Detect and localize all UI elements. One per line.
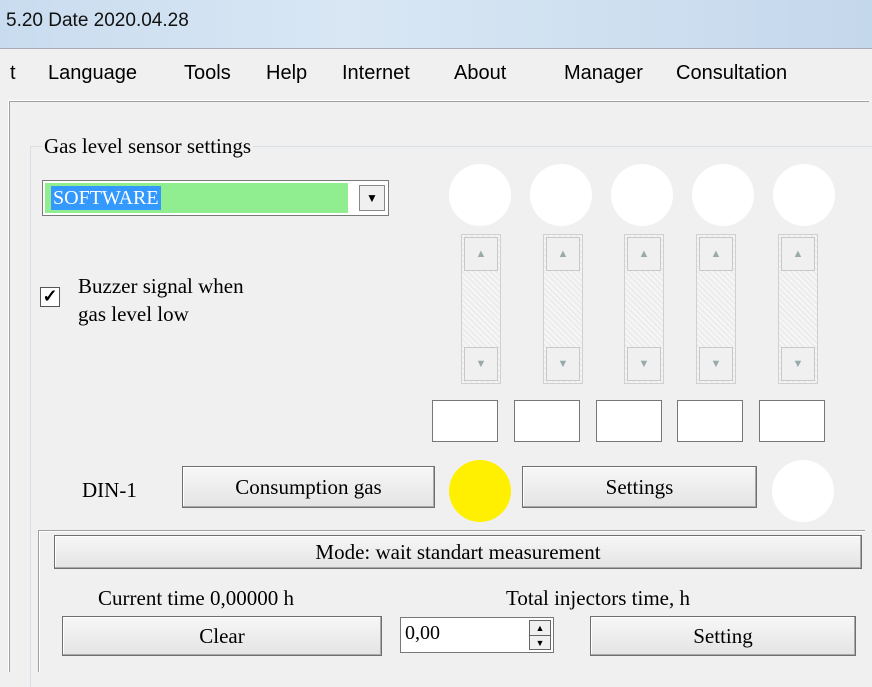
level-value-4[interactable] <box>677 400 743 442</box>
level-scrollbar-3[interactable]: ▲ ▼ <box>624 234 664 384</box>
spin-up-icon[interactable]: ▲ <box>530 621 550 635</box>
level-indicator-2 <box>530 164 592 226</box>
injectors-time-value[interactable]: 0,00 <box>405 622 440 645</box>
checkmark-icon: ✓ <box>42 286 58 306</box>
sensor-mode-value: SOFTWARE <box>51 186 161 210</box>
level-indicator-5 <box>773 164 835 226</box>
level-indicator-1 <box>449 164 511 226</box>
menu-bar: t Language Tools Help Internet About Man… <box>0 54 872 94</box>
level-value-2[interactable] <box>514 400 580 442</box>
menu-item-internet[interactable]: Internet <box>342 62 410 85</box>
title-bar: 5.20 Date 2020.04.28 <box>0 0 872 49</box>
scroll-up-icon[interactable]: ▲ <box>699 237 733 271</box>
scroll-up-icon[interactable]: ▲ <box>464 237 498 271</box>
scroll-down-icon[interactable]: ▼ <box>699 347 733 381</box>
buzzer-label: Buzzer signal when gas level low <box>78 272 244 328</box>
level-value-1[interactable] <box>432 400 498 442</box>
scroll-down-icon[interactable]: ▼ <box>627 347 661 381</box>
gas-sensor-group-title: Gas level sensor settings <box>42 134 254 159</box>
consumption-gas-button[interactable]: Consumption gas <box>182 466 435 508</box>
window-title: 5.20 Date 2020.04.28 <box>6 10 189 31</box>
mode-button[interactable]: Mode: wait standart measurement <box>54 535 862 569</box>
menu-item-file-partial[interactable]: t <box>10 62 16 85</box>
menu-item-language[interactable]: Language <box>48 62 137 85</box>
level-indicator-3 <box>611 164 673 226</box>
menu-item-manager[interactable]: Manager <box>564 62 643 85</box>
spinner-buttons[interactable]: ▲ ▼ <box>529 620 551 650</box>
scroll-up-icon[interactable]: ▲ <box>546 237 580 271</box>
total-injectors-label: Total injectors time, h <box>506 586 690 610</box>
menu-item-about[interactable]: About <box>454 62 506 85</box>
scroll-down-icon[interactable]: ▼ <box>464 347 498 381</box>
spin-down-icon[interactable]: ▼ <box>530 635 550 650</box>
scroll-down-icon[interactable]: ▼ <box>781 347 815 381</box>
buzzer-label-line2: gas level low <box>78 302 189 326</box>
menu-item-help[interactable]: Help <box>266 62 307 85</box>
level-indicator-4 <box>692 164 754 226</box>
menu-item-tools[interactable]: Tools <box>184 62 231 85</box>
settings-indicator <box>772 460 834 522</box>
din-indicator <box>449 460 511 522</box>
level-scrollbar-1[interactable]: ▲ ▼ <box>461 234 501 384</box>
settings-button[interactable]: Settings <box>522 466 757 508</box>
level-value-5[interactable] <box>759 400 825 442</box>
setting-button[interactable]: Setting <box>590 616 856 656</box>
buzzer-label-line1: Buzzer signal when <box>78 274 244 298</box>
menu-item-consultation[interactable]: Consultation <box>676 62 787 85</box>
scroll-down-icon[interactable]: ▼ <box>546 347 580 381</box>
current-time-label: Current time 0,00000 h <box>98 586 294 610</box>
sensor-mode-field: SOFTWARE <box>45 183 348 213</box>
scroll-up-icon[interactable]: ▲ <box>781 237 815 271</box>
sensor-mode-select[interactable]: SOFTWARE ▼ <box>42 180 389 216</box>
din-label: DIN-1 <box>82 478 137 502</box>
level-scrollbar-2[interactable]: ▲ ▼ <box>543 234 583 384</box>
level-scrollbar-4[interactable]: ▲ ▼ <box>696 234 736 384</box>
clear-button[interactable]: Clear <box>62 616 382 656</box>
chevron-down-icon[interactable]: ▼ <box>359 185 385 211</box>
buzzer-checkbox[interactable]: ✓ <box>40 287 60 307</box>
scroll-up-icon[interactable]: ▲ <box>627 237 661 271</box>
injectors-time-spinner[interactable]: 0,00 ▲ ▼ <box>400 617 554 653</box>
level-scrollbar-5[interactable]: ▲ ▼ <box>778 234 818 384</box>
level-value-3[interactable] <box>596 400 662 442</box>
